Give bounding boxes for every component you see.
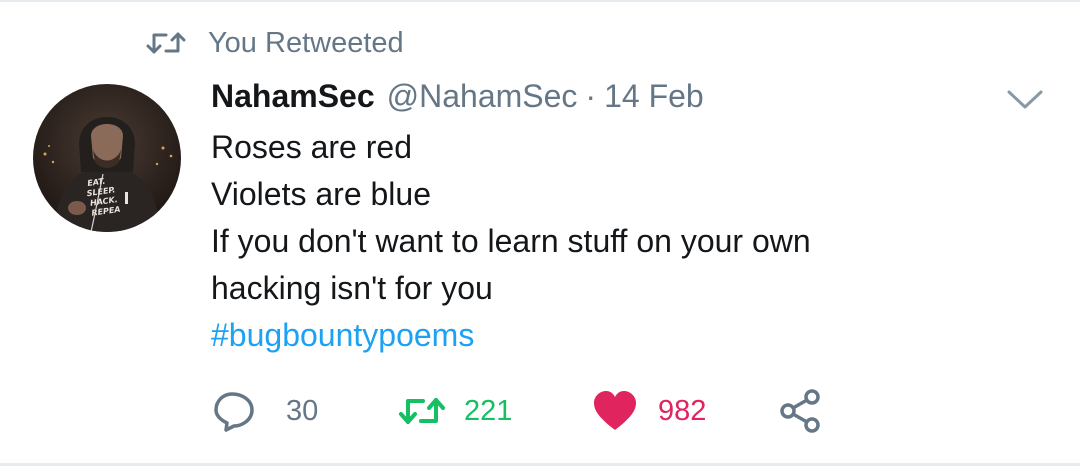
retweet-icon xyxy=(399,398,445,424)
author-handle[interactable]: @NahamSec xyxy=(387,78,578,115)
chevron-down-icon[interactable] xyxy=(1006,88,1044,112)
avatar-image: EAT. SLEEP. HACK. REPEA xyxy=(33,84,181,232)
retweet-count: 221 xyxy=(464,394,513,427)
like-button[interactable]: 982 xyxy=(592,387,706,435)
retweet-context: You Retweeted xyxy=(146,26,404,60)
tweet-line: If you don't want to learn stuff on your… xyxy=(211,223,811,259)
hashtag-link[interactable]: #bugbountypoems xyxy=(211,312,1031,359)
reply-icon xyxy=(214,392,254,432)
tweet-line: Violets are blue xyxy=(211,176,431,212)
tweet-text: Roses are red Violets are blue If you do… xyxy=(211,124,1031,359)
bottom-divider xyxy=(0,463,1080,466)
reply-count: 30 xyxy=(286,394,319,427)
tweet-header: NahamSec @NahamSec · 14 Feb xyxy=(211,78,704,122)
tweet-line: hacking isn't for you xyxy=(211,270,493,306)
avatar[interactable]: EAT. SLEEP. HACK. REPEA xyxy=(33,84,181,232)
separator-dot: · xyxy=(585,78,597,114)
author-name[interactable]: NahamSec xyxy=(211,78,375,115)
retweet-context-label: You Retweeted xyxy=(208,26,404,59)
tweet-date[interactable]: 14 Feb xyxy=(604,78,704,115)
retweet-icon xyxy=(146,32,186,54)
share-button[interactable] xyxy=(778,387,824,435)
top-divider xyxy=(0,0,1080,2)
heart-icon xyxy=(594,391,636,430)
tweet-line: Roses are red xyxy=(211,129,412,165)
retweet-button[interactable]: 221 xyxy=(398,387,512,435)
reply-button[interactable]: 30 xyxy=(212,387,318,435)
share-icon xyxy=(780,389,820,433)
like-count: 982 xyxy=(658,394,707,427)
